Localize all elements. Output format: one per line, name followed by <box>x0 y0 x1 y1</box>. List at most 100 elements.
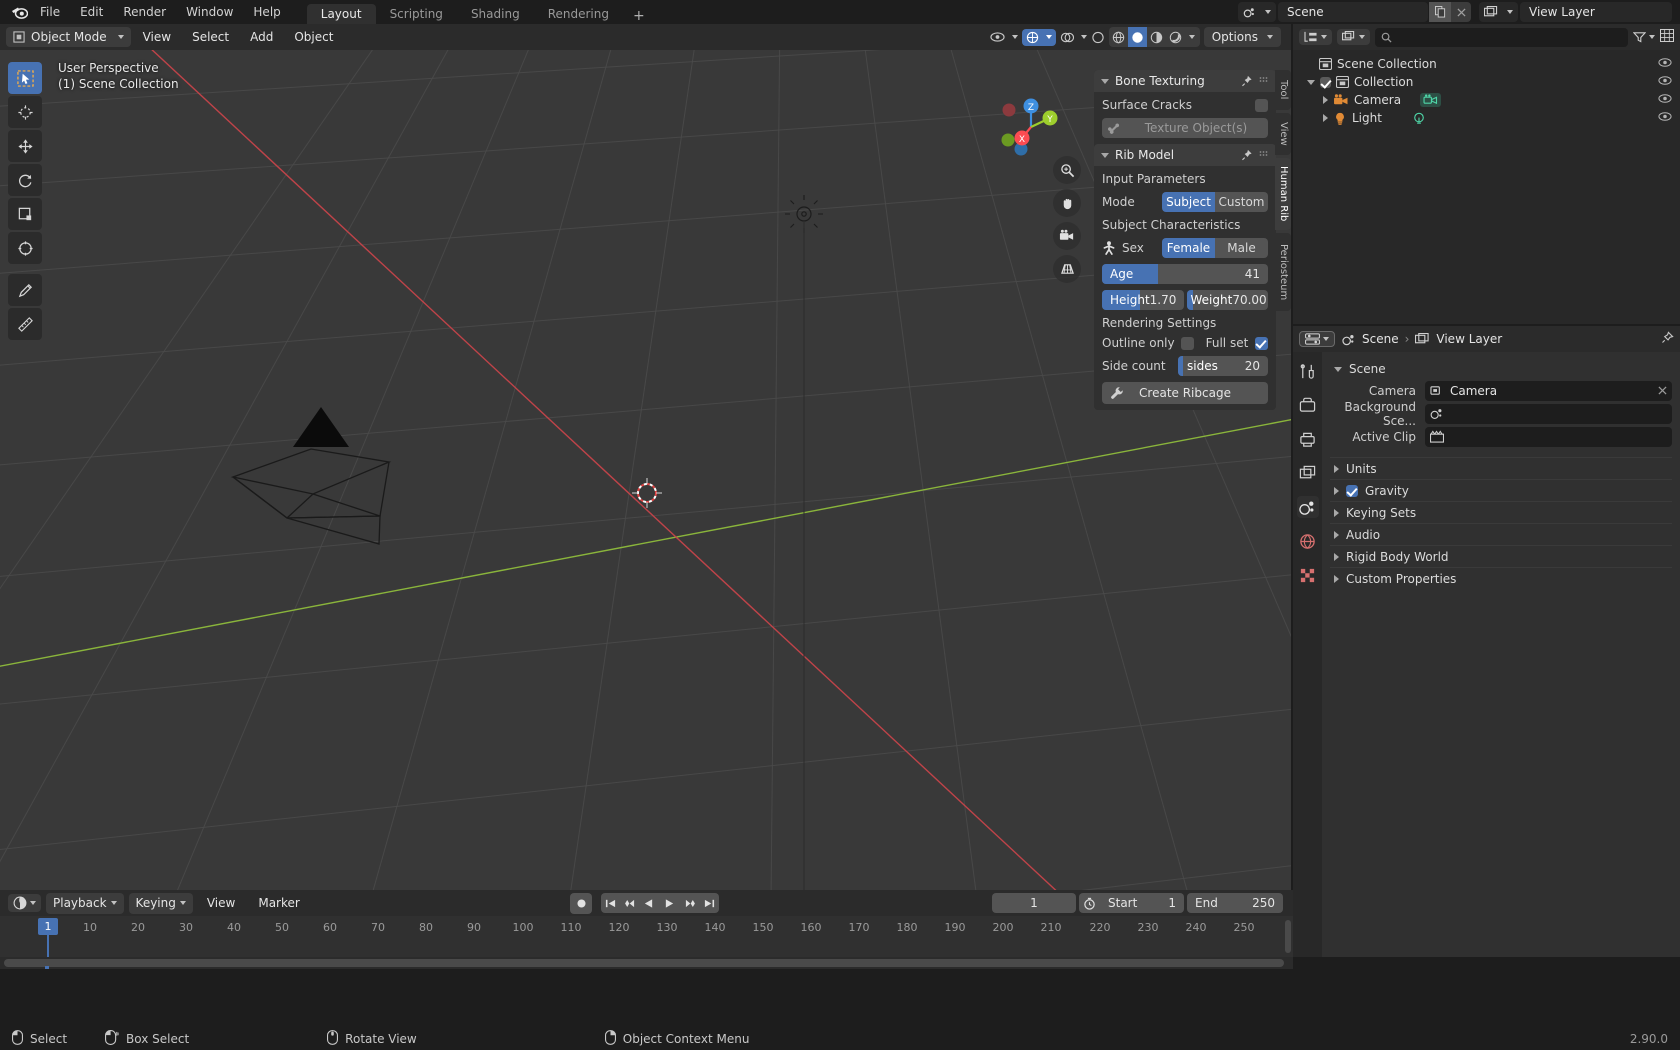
panel-header-rib-model[interactable]: Rib Model <box>1094 144 1276 166</box>
record-icon[interactable] <box>570 892 592 914</box>
workspace-tab-scripting[interactable]: Scripting <box>376 4 457 24</box>
visibility-eye-icon[interactable] <box>1658 111 1672 125</box>
add-workspace-button[interactable]: + <box>623 8 655 24</box>
menu-help[interactable]: Help <box>243 1 290 23</box>
properties-editor-type-dropdown[interactable] <box>1299 331 1335 347</box>
object-mode-dropdown[interactable]: Object Mode <box>6 27 131 47</box>
timeline-menu-marker[interactable]: Marker <box>249 892 308 914</box>
camera-view-icon[interactable] <box>1053 222 1081 250</box>
viewport-menu-object[interactable]: Object <box>285 26 342 48</box>
grip-icon[interactable] <box>1259 76 1269 86</box>
play-icon[interactable] <box>658 893 681 913</box>
properties-tab-viewlayer[interactable] <box>1297 462 1319 484</box>
properties-tab-render[interactable] <box>1297 394 1319 416</box>
properties-section-keying-sets[interactable]: Keying Sets <box>1330 501 1672 523</box>
outline-only-checkbox[interactable] <box>1180 336 1194 350</box>
pin-icon[interactable] <box>1661 331 1674 347</box>
xray-toggle[interactable] <box>1091 31 1105 44</box>
next-keyframe-icon[interactable] <box>681 893 700 913</box>
shading-options-chevron[interactable] <box>1185 27 1200 47</box>
properties-tab-tool[interactable] <box>1297 360 1319 382</box>
pin-icon[interactable] <box>1241 75 1253 87</box>
navigation-gizmo[interactable]: Z Y X <box>991 86 1069 164</box>
close-icon[interactable] <box>1451 2 1471 22</box>
properties-tab-output[interactable] <box>1297 428 1319 450</box>
outliner-filter-button[interactable] <box>1633 31 1655 43</box>
collection-checkbox[interactable] <box>1320 76 1331 88</box>
background-scene-field[interactable] <box>1425 403 1672 424</box>
sidebar-tab-periosteum[interactable]: Periosteum <box>1275 233 1291 311</box>
rendered-icon[interactable] <box>1166 27 1185 47</box>
properties-tab-texture[interactable] <box>1297 564 1319 586</box>
sidebar-tab-tool[interactable]: Tool <box>1275 70 1291 110</box>
menu-render[interactable]: Render <box>113 1 176 23</box>
zoom-icon[interactable] <box>1053 156 1081 184</box>
duplicate-icon[interactable] <box>1429 2 1451 22</box>
pan-hand-icon[interactable] <box>1053 189 1081 217</box>
outliner-filter-toggle[interactable] <box>1659 28 1675 45</box>
properties-section-gravity[interactable]: Gravity <box>1330 479 1672 501</box>
sex-option-female[interactable]: Female <box>1162 238 1215 258</box>
scene-name-field[interactable]: Scene <box>1278 2 1428 22</box>
outliner-row-scene-collection[interactable]: Scene Collection <box>1293 55 1680 73</box>
visibility-toggle[interactable] <box>990 31 1018 43</box>
viewport-menu-select[interactable]: Select <box>183 26 238 48</box>
mode-option-custom[interactable]: Custom <box>1215 192 1268 212</box>
surface-cracks-checkbox[interactable] <box>1255 98 1268 112</box>
tool-tweak-select[interactable] <box>8 62 42 94</box>
end-frame-field[interactable]: End 250 <box>1187 893 1283 913</box>
ortho-persp-icon[interactable] <box>1053 255 1081 283</box>
visibility-eye-icon[interactable] <box>1658 75 1672 89</box>
scrollbar-thumb[interactable] <box>4 959 1284 967</box>
create-ribcage-button[interactable]: Create Ribcage <box>1102 382 1268 404</box>
properties-section-units[interactable]: Units <box>1330 457 1672 479</box>
grip-icon[interactable] <box>1259 150 1269 160</box>
options-dropdown[interactable]: Options <box>1203 27 1281 47</box>
jump-start-icon[interactable] <box>601 893 620 913</box>
sex-toggle-group[interactable]: Female Male <box>1162 238 1268 258</box>
tool-annotate[interactable] <box>8 274 42 306</box>
age-slider[interactable]: Age 41 <box>1102 264 1268 284</box>
camera-field[interactable]: Camera <box>1425 380 1672 401</box>
outliner-row-collection[interactable]: Collection <box>1293 73 1680 91</box>
chevron-right-icon[interactable] <box>1323 114 1328 122</box>
shading-mode-group[interactable] <box>1108 27 1200 47</box>
timeline-editor-type-dropdown[interactable] <box>8 894 41 912</box>
visibility-eye-icon[interactable] <box>1658 57 1672 71</box>
sidebar-tab-view[interactable]: View <box>1275 113 1291 155</box>
chevron-down-icon[interactable] <box>1307 79 1315 85</box>
properties-section-scene[interactable]: Scene <box>1330 358 1672 380</box>
outliner-search-input[interactable] <box>1375 27 1628 47</box>
properties-section-rigid-body-world[interactable]: Rigid Body World <box>1330 545 1672 567</box>
timeline-scrollbar-v[interactable] <box>1285 920 1291 953</box>
viewport-menu-add[interactable]: Add <box>241 26 282 48</box>
tool-rotate[interactable] <box>8 164 42 196</box>
properties-tab-world[interactable] <box>1297 530 1319 552</box>
tool-scale[interactable] <box>8 198 42 230</box>
viewport-menu-view[interactable]: View <box>134 26 180 48</box>
prev-keyframe-icon[interactable] <box>620 893 639 913</box>
texture-objects-field[interactable]: Texture Object(s) <box>1102 118 1268 138</box>
outliner-row-camera[interactable]: Camera <box>1293 91 1680 109</box>
properties-section-audio[interactable]: Audio <box>1330 523 1672 545</box>
breadcrumb-viewlayer-label[interactable]: View Layer <box>1436 332 1502 346</box>
menu-window[interactable]: Window <box>176 1 243 23</box>
visibility-eye-icon[interactable] <box>1658 93 1672 107</box>
full-set-checkbox[interactable] <box>1255 336 1268 350</box>
jump-end-icon[interactable] <box>700 893 719 913</box>
gizmo-toggle[interactable] <box>1021 28 1056 46</box>
camera-clear-icon[interactable] <box>1658 384 1667 398</box>
gravity-checkbox[interactable] <box>1346 484 1358 497</box>
workspace-tab-layout[interactable]: Layout <box>306 4 376 24</box>
side-count-slider[interactable]: sides 20 <box>1178 356 1268 376</box>
tool-transform[interactable] <box>8 232 42 264</box>
play-reverse-icon[interactable] <box>639 893 658 913</box>
properties-tab-scene[interactable] <box>1296 496 1319 518</box>
tool-measure[interactable] <box>8 308 42 340</box>
timeline-ruler[interactable]: 1 10 20 30 40 50 60 70 80 90 100 110 120 130 14… <box>0 916 1293 957</box>
panel-header-bone-texturing[interactable]: Bone Texturing <box>1094 70 1276 92</box>
properties-section-custom-properties[interactable]: Custom Properties <box>1330 567 1672 589</box>
start-frame-field[interactable]: Start 1 <box>1100 893 1184 913</box>
workspace-tab-rendering[interactable]: Rendering <box>534 4 623 24</box>
material-icon[interactable] <box>1147 27 1166 47</box>
